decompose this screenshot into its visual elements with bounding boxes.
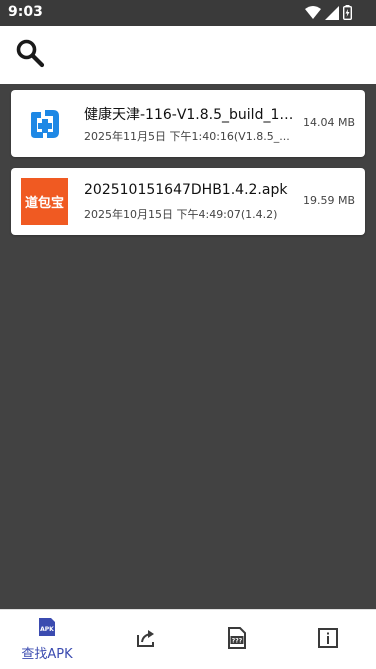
info-icon [317,627,339,653]
apk-size: 14.04 MB [302,116,355,129]
apk-icon-text: APK [40,626,54,633]
apk-name: 健康天津-116-V1.8.5_build_11... [84,107,298,123]
search-icon [15,38,45,72]
bottom-nav: APK 查找APK ??? [0,609,376,669]
apk-list-item[interactable]: 健康天津-116-V1.8.5_build_11... 2025年11月5日 下… [11,90,365,157]
apk-name: 202510151647DHB1.4.2.apk [84,182,288,198]
status-bar: 9:03 [0,0,376,26]
signal-icon [325,5,339,24]
apk-list-item[interactable]: 道包宝 202510151647DHB1.4.2.apk 2025年10月15日… [11,168,365,235]
apk-size: 19.59 MB [302,194,355,207]
nav-find-apk-label: 查找APK [21,647,73,662]
nav-share[interactable] [99,610,193,669]
daobao-app-icon: 道包宝 [21,178,68,225]
apk-meta: 2025年10月15日 下午4:49:07(1.4.2) [84,208,278,221]
unknown-file-icon-text: ??? [232,637,243,644]
share-icon [135,627,157,653]
unknown-file-icon: ??? [227,626,247,653]
toolbar [0,26,376,84]
nav-unknown-files[interactable]: ??? [190,610,284,669]
wifi-icon [305,5,321,24]
apk-meta: 2025年11月5日 下午1:40:16(V1.8.5_... [84,130,290,143]
nav-find-apk[interactable]: APK 查找APK [0,610,94,669]
apk-icon: APK [37,617,57,641]
jiankang-tianjin-app-icon [21,100,68,147]
nav-info[interactable] [281,610,375,669]
search-button[interactable] [12,37,48,73]
battery-charging-icon [342,5,352,24]
status-time: 9:03 [8,4,43,20]
daobao-icon-text: 道包宝 [25,195,64,211]
status-icons [305,5,352,24]
